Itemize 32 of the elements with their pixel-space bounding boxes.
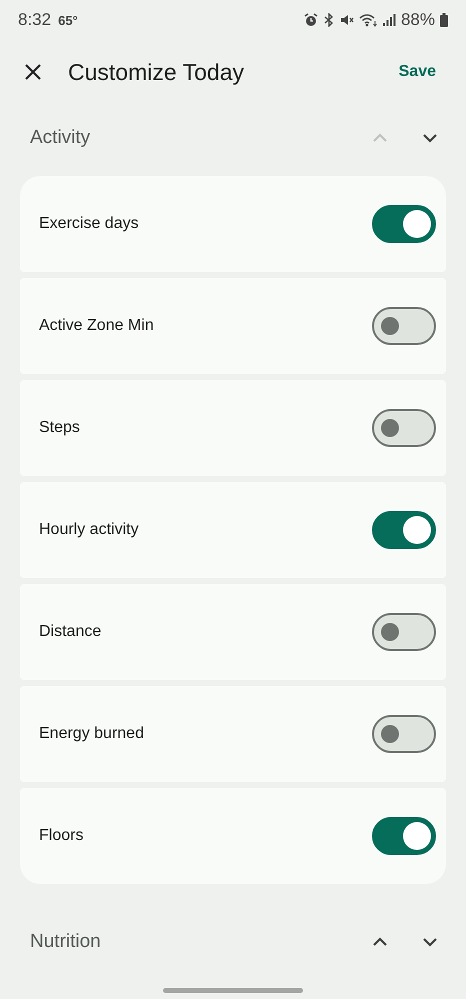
toggle-switch[interactable] [372,409,436,447]
setting-label: Hourly activity [39,521,140,539]
toggle-switch[interactable] [372,307,436,345]
wifi-icon [358,13,377,27]
toggle-switch[interactable] [372,715,436,753]
close-icon [24,63,42,81]
setting-label: Energy burned [39,725,145,743]
setting-label: Distance [39,623,102,641]
toggle-switch[interactable] [372,817,436,855]
status-temperature: 65° [58,12,78,28]
status-time: 8:32 [18,10,52,30]
mute-icon [340,13,354,27]
battery-icon [440,13,448,27]
chevron-down-icon [422,937,438,947]
page-title: Customize Today [68,58,244,86]
signal-icon [382,13,396,27]
section-title: Activity [30,127,90,149]
section-title: Nutrition [30,931,101,953]
toggle-switch[interactable] [372,205,436,243]
toggle-switch[interactable] [372,613,436,651]
setting-label: Active Zone Min [39,317,155,335]
setting-label: Exercise days [39,215,140,233]
chevron-up-icon [372,937,388,947]
chevron-down-icon [422,133,438,143]
chevron-up-icon [372,133,388,143]
setting-label: Steps [39,419,81,437]
alarm-icon [304,13,318,27]
toggle-switch[interactable] [372,511,436,549]
save-button[interactable]: Save [388,57,446,87]
battery-percent: 88% [400,10,435,30]
setting-label: Floors [39,827,84,845]
bluetooth-icon [322,13,335,27]
